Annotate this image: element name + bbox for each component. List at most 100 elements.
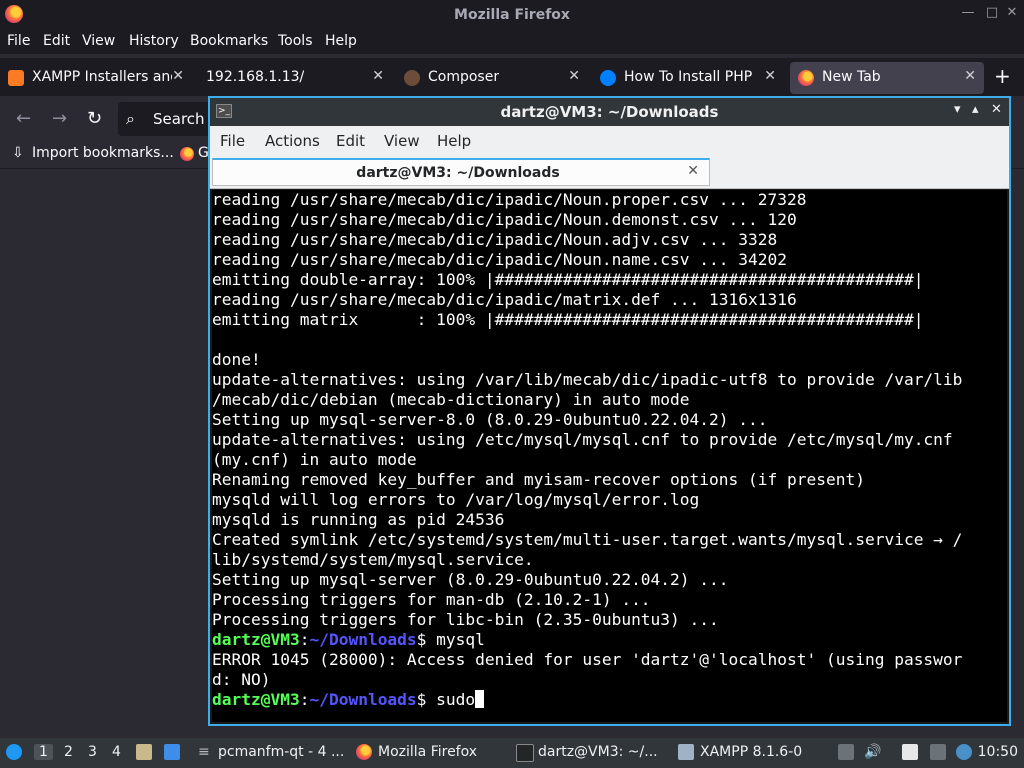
command-text: mysql xyxy=(436,630,485,649)
output-line: emitting matrix : 100% |################… xyxy=(212,310,924,329)
prompt-colon: : xyxy=(299,690,310,709)
output-line: lib/systemd/system/mysql.service. xyxy=(212,550,534,569)
maximize-icon[interactable]: □ xyxy=(982,5,1002,20)
tab-label: New Tab xyxy=(822,69,881,85)
terminal-tabbar: dartz@VM3: ~/Downloads ✕ xyxy=(210,156,1009,189)
tab-label: XAMPP Installers and xyxy=(32,69,172,85)
tab-close-icon[interactable]: ✕ xyxy=(687,163,699,179)
close-icon[interactable]: ✕ xyxy=(1002,5,1022,20)
command-input[interactable]: sudo xyxy=(436,690,475,709)
output-line: Setting up mysql-server-8.0 (8.0.29-0ubu… xyxy=(212,410,768,429)
bluetooth-icon[interactable] xyxy=(956,744,972,760)
output-line: reading /usr/share/mecab/dic/ipadic/matr… xyxy=(212,290,797,309)
error-line: ERROR 1045 (28000): Access denied for us… xyxy=(212,650,963,669)
menu-file[interactable]: File xyxy=(7,33,30,49)
tab-close-icon[interactable]: ✕ xyxy=(172,68,184,84)
output-line: (my.cnf) in auto mode xyxy=(212,450,417,469)
show-desktop-icon[interactable] xyxy=(164,744,180,760)
prompt-dollar: $ xyxy=(416,630,437,649)
tab-label: How To Install PHP 7. xyxy=(624,69,754,85)
desktop-1[interactable]: 1 xyxy=(34,744,53,760)
output-line: done! xyxy=(212,350,261,369)
desktop-2[interactable]: 2 xyxy=(64,744,73,760)
tab-close-icon[interactable]: ✕ xyxy=(568,68,580,84)
menu-help[interactable]: Help xyxy=(437,132,471,150)
task-xampp[interactable]: XAMPP 8.1.6-0 xyxy=(700,744,802,760)
terminal-titlebar: >_ dartz@VM3: ~/Downloads ▾ ▴ ✕ xyxy=(210,98,1009,126)
menu-view[interactable]: View xyxy=(82,33,115,49)
terminal-tab[interactable]: dartz@VM3: ~/Downloads ✕ xyxy=(212,158,710,186)
terminal-title: dartz@VM3: ~/Downloads xyxy=(500,103,719,121)
menu-view[interactable]: View xyxy=(384,132,420,150)
bookmark-import[interactable]: Import bookmarks... xyxy=(32,145,174,161)
menu-history[interactable]: History xyxy=(129,33,179,49)
network-icon[interactable] xyxy=(930,744,946,760)
output-line: reading /usr/share/mecab/dic/ipadic/Noun… xyxy=(212,190,807,209)
output-line: Created symlink /etc/systemd/system/mult… xyxy=(212,530,963,549)
digitalocean-icon xyxy=(600,70,616,86)
output-line: /mecab/dic/debian (mecab-dictionary) in … xyxy=(212,390,690,409)
terminal-output[interactable]: reading /usr/share/mecab/dic/ipadic/Noun… xyxy=(212,190,1007,722)
menu-file[interactable]: File xyxy=(220,132,245,150)
prompt-colon: : xyxy=(299,630,310,649)
notes-icon[interactable] xyxy=(902,744,918,760)
menu-tools[interactable]: Tools xyxy=(278,33,313,49)
composer-icon xyxy=(404,70,420,86)
output-line: reading /usr/share/mecab/dic/ipadic/Noun… xyxy=(212,210,797,229)
volume-icon[interactable]: 🔊 xyxy=(864,744,881,760)
prompt-path: ~/Downloads xyxy=(309,690,417,709)
desktop-4[interactable]: 4 xyxy=(112,744,121,760)
output-line: Processing triggers for man-db (2.10.2-1… xyxy=(212,590,651,609)
close-icon[interactable]: ✕ xyxy=(991,102,1002,117)
minimize-icon[interactable]: — xyxy=(958,5,978,20)
task-pcmanfm[interactable]: pcmanfm-qt - 4 ... xyxy=(218,744,344,760)
output-line: mysqld will log errors to /var/log/mysql… xyxy=(212,490,700,509)
tab-ip[interactable]: 192.168.1.13/ ✕ xyxy=(196,62,392,94)
menu-edit[interactable]: Edit xyxy=(43,33,70,49)
tab-xampp[interactable]: XAMPP Installers and ✕ xyxy=(0,62,192,94)
output-line: Setting up mysql-server (8.0.29-0ubuntu0… xyxy=(212,570,729,589)
task-terminal[interactable]: dartz@VM3: ~/... xyxy=(538,744,658,760)
minimize-icon[interactable]: ▾ xyxy=(954,102,961,117)
task-firefox[interactable]: Mozilla Firefox xyxy=(378,744,477,760)
forward-arrow-icon[interactable]: → xyxy=(52,108,67,129)
back-arrow-icon[interactable]: ← xyxy=(16,108,31,129)
window-icon xyxy=(678,744,694,760)
menu-edit[interactable]: Edit xyxy=(336,132,365,150)
tab-close-icon[interactable]: ✕ xyxy=(964,68,976,84)
tab-composer[interactable]: Composer ✕ xyxy=(396,62,588,94)
desktop-3[interactable]: 3 xyxy=(88,744,97,760)
firefox-tabbar: XAMPP Installers and ✕ 192.168.1.13/ ✕ C… xyxy=(0,58,1024,96)
output-line: update-alternatives: using /etc/mysql/my… xyxy=(212,430,953,449)
firefox-menubar: File Edit View History Bookmarks Tools H… xyxy=(0,30,1024,54)
firefox-icon xyxy=(356,744,372,760)
tab-close-icon[interactable]: ✕ xyxy=(372,68,384,84)
prompt-user: dartz@VM3 xyxy=(212,690,300,709)
reload-icon[interactable]: ↻ xyxy=(87,108,102,129)
tab-close-icon[interactable]: ✕ xyxy=(764,68,776,84)
error-line: d: NO) xyxy=(212,670,271,689)
tab-label: 192.168.1.13/ xyxy=(206,69,305,85)
search-icon: ⌕ xyxy=(126,109,135,128)
tab-php[interactable]: How To Install PHP 7. ✕ xyxy=(592,62,784,94)
terminal-icon xyxy=(516,744,534,762)
prompt-line[interactable]: dartz@VM3:~/Downloads$ sudo xyxy=(212,690,1007,710)
new-tab-plus-icon[interactable]: + xyxy=(994,64,1011,88)
file-manager-icon[interactable] xyxy=(136,744,152,760)
xampp-icon xyxy=(8,70,24,86)
menu-bookmarks[interactable]: Bookmarks xyxy=(190,33,268,49)
menu-actions[interactable]: Actions xyxy=(265,132,320,150)
text-cursor xyxy=(475,690,485,708)
firefox-bookmark-icon xyxy=(180,147,194,161)
clipboard-icon[interactable] xyxy=(838,744,854,760)
tab-new-tab[interactable]: New Tab ✕ xyxy=(790,62,984,94)
menu-help[interactable]: Help xyxy=(325,33,357,49)
output-line: mysqld is running as pid 24536 xyxy=(212,510,505,529)
maximize-icon[interactable]: ▴ xyxy=(972,102,979,117)
prompt-path: ~/Downloads xyxy=(309,630,417,649)
app-menu-icon[interactable] xyxy=(6,744,22,760)
prompt-line: dartz@VM3:~/Downloads$ mysql xyxy=(212,630,1007,650)
firefox-icon xyxy=(798,70,814,86)
terminal-tab-label: dartz@VM3: ~/Downloads xyxy=(356,165,560,181)
